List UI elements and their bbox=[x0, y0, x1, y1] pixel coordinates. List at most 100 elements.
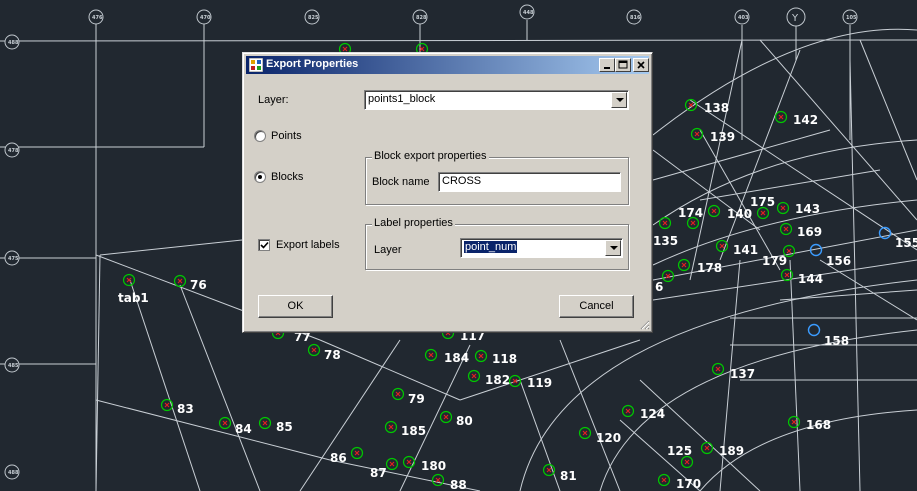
layer-value: points1_block bbox=[368, 93, 436, 105]
minimize-button[interactable] bbox=[599, 58, 615, 72]
point-cross-icon bbox=[780, 205, 786, 211]
point-label: 84 bbox=[235, 422, 252, 436]
point-cross-icon bbox=[661, 477, 667, 483]
point-label: 87 bbox=[370, 466, 387, 480]
export-properties-dialog: Export Properties Layer: points1_block P… bbox=[242, 52, 653, 333]
point-label: 138 bbox=[704, 101, 729, 115]
grid-bubble: 105 bbox=[846, 15, 857, 21]
point-label: 135 bbox=[653, 234, 678, 248]
point-label: 140 bbox=[727, 207, 752, 221]
point-label: 158 bbox=[824, 334, 849, 348]
point-cross-icon bbox=[719, 243, 725, 249]
point-label: 185 bbox=[401, 424, 426, 438]
point-cross-icon bbox=[662, 220, 668, 226]
app-icon bbox=[249, 58, 263, 72]
maximize-button[interactable] bbox=[615, 58, 631, 72]
label-layer-dropdown[interactable]: point_num bbox=[460, 238, 623, 258]
label-layer-label: Layer bbox=[374, 244, 402, 256]
highlighted-point[interactable] bbox=[807, 323, 821, 337]
block-name-input[interactable]: CROSS bbox=[438, 172, 621, 192]
checkmark-icon bbox=[260, 241, 269, 249]
minimize-icon bbox=[604, 67, 610, 69]
point-label: 175 bbox=[750, 195, 775, 209]
point-label: 141 bbox=[733, 243, 758, 257]
point-label: 155 bbox=[895, 236, 917, 250]
point-cross-icon bbox=[435, 477, 441, 483]
point-cross-icon bbox=[443, 414, 449, 420]
point-label: 137 bbox=[730, 367, 755, 381]
point-cross-icon bbox=[690, 220, 696, 226]
points-radio-label[interactable]: Points bbox=[271, 130, 302, 142]
cancel-button[interactable]: Cancel bbox=[559, 295, 634, 318]
layer-dropdown[interactable]: points1_block bbox=[364, 90, 629, 110]
point-cross-icon bbox=[711, 208, 717, 214]
point-label: 139 bbox=[710, 130, 735, 144]
point-label: 79 bbox=[408, 392, 425, 406]
block-name-value: CROSS bbox=[442, 175, 482, 187]
point-cross-icon bbox=[354, 450, 360, 456]
point-cross-icon bbox=[428, 352, 434, 358]
point-cross-icon bbox=[625, 408, 631, 414]
point-label: 86 bbox=[330, 451, 347, 465]
point-label: tab1 bbox=[118, 291, 149, 305]
point-label: 120 bbox=[596, 431, 621, 445]
point-label: 118 bbox=[492, 352, 517, 366]
point-cross-icon bbox=[419, 46, 425, 52]
resize-grip-icon[interactable] bbox=[638, 318, 650, 330]
point-label: 178 bbox=[697, 261, 722, 275]
label-layer-value: point_num bbox=[464, 241, 518, 253]
point-cross-icon bbox=[704, 445, 710, 451]
point-label: 6 bbox=[655, 280, 663, 294]
point-cross-icon bbox=[471, 373, 477, 379]
point-label: 189 bbox=[719, 444, 744, 458]
dialog-title-bar[interactable]: Export Properties bbox=[246, 56, 649, 74]
point-cross-icon bbox=[389, 461, 395, 467]
points-radio[interactable] bbox=[254, 130, 266, 142]
point-cross-icon bbox=[164, 402, 170, 408]
grid-bubble: 828 bbox=[416, 15, 427, 21]
ok-button[interactable]: OK bbox=[258, 295, 333, 318]
point-cross-icon bbox=[791, 419, 797, 425]
point-cross-icon bbox=[222, 420, 228, 426]
grid-bubble: 470 bbox=[200, 15, 211, 21]
point-cross-icon bbox=[694, 131, 700, 137]
point-cross-icon bbox=[688, 102, 694, 108]
grid-bubble: Y bbox=[791, 13, 799, 24]
point-cross-icon bbox=[784, 272, 790, 278]
point-label: 119 bbox=[527, 376, 552, 390]
blocks-radio[interactable] bbox=[254, 171, 266, 183]
point-cross-icon bbox=[342, 46, 348, 52]
export-labels-label[interactable]: Export labels bbox=[276, 239, 340, 251]
point-label: 78 bbox=[324, 348, 341, 362]
point-cross-icon bbox=[395, 391, 401, 397]
point-label: 184 bbox=[444, 351, 469, 365]
label-properties-group-title: Label properties bbox=[372, 217, 455, 229]
point-label: 142 bbox=[793, 113, 818, 127]
point-cross-icon bbox=[311, 347, 317, 353]
point-cross-icon bbox=[778, 114, 784, 120]
grid-bubble: 485 bbox=[8, 363, 19, 369]
point-label: 143 bbox=[795, 202, 820, 216]
point-cross-icon bbox=[546, 467, 552, 473]
dialog-title: Export Properties bbox=[266, 58, 359, 70]
block-export-group-title: Block export properties bbox=[372, 150, 489, 162]
point-cross-icon bbox=[760, 210, 766, 216]
grid-bubble: 488 bbox=[8, 470, 19, 476]
label-properties-group: Label properties Layer point_num bbox=[365, 217, 629, 270]
grid-bubble: 478 bbox=[8, 148, 19, 154]
export-labels-checkbox[interactable] bbox=[258, 239, 270, 251]
point-label: 179 bbox=[762, 254, 787, 268]
blocks-radio-label[interactable]: Blocks bbox=[271, 171, 303, 183]
point-label: 174 bbox=[678, 206, 703, 220]
close-button[interactable] bbox=[633, 58, 649, 72]
grid-bubble: 476 bbox=[92, 15, 103, 21]
point-label: 83 bbox=[177, 402, 194, 416]
chevron-down-icon[interactable] bbox=[611, 92, 627, 108]
chevron-down-icon[interactable] bbox=[605, 240, 621, 256]
layer-label: Layer: bbox=[258, 94, 289, 106]
point-label: 144 bbox=[798, 272, 823, 286]
point-label: 180 bbox=[421, 459, 446, 473]
point-cross-icon bbox=[406, 459, 412, 465]
point-cross-icon bbox=[681, 262, 687, 268]
point-cross-icon bbox=[715, 366, 721, 372]
